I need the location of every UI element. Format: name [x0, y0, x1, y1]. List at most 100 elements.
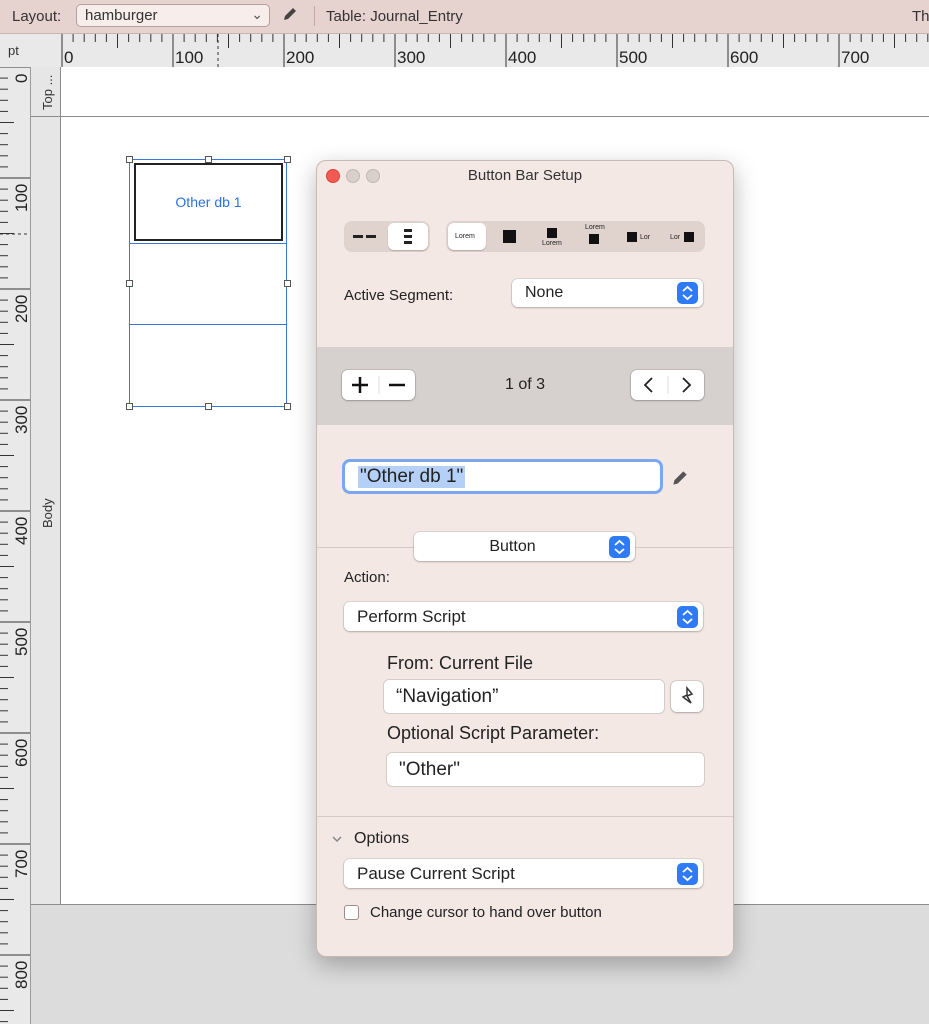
ruler-v-label: 500	[12, 627, 31, 656]
layout-select[interactable]: hamburger ⌄	[76, 4, 270, 27]
segment-navigator: 1 of 3	[317, 347, 733, 425]
script-parameter-value: "Other"	[399, 759, 461, 780]
segment-nav-control	[631, 370, 704, 400]
chevron-down-icon	[332, 836, 342, 843]
script-name-field[interactable]: “Navigation”	[384, 680, 664, 713]
vertical-orientation-button[interactable]	[388, 223, 428, 250]
dialog-title: Button Bar Setup	[467, 167, 583, 184]
icon-left-button[interactable]: Lor	[618, 221, 658, 252]
ruler-v-label: 400	[12, 516, 31, 545]
hand-cursor-label[interactable]: Change cursor to hand over button	[370, 904, 602, 921]
section-divider	[317, 816, 733, 817]
ruler-v-label: 300	[12, 405, 31, 434]
hand-cursor-checkbox[interactable]	[344, 905, 359, 920]
next-segment-button[interactable]	[668, 370, 704, 400]
minus-icon	[389, 383, 405, 387]
script-parameter-label: Optional Script Parameter:	[387, 723, 600, 743]
segment-type-value: Button	[489, 538, 536, 555]
updown-chevron-icon	[677, 862, 698, 885]
text-only-button[interactable]: Lorem	[448, 223, 486, 250]
icon-sample-square	[627, 232, 637, 242]
resize-handle[interactable]	[126, 403, 133, 410]
resize-handle[interactable]	[284, 403, 291, 410]
label-position-control: Lorem Lorem Lorem Lor Lor	[446, 221, 705, 252]
pencil-icon[interactable]	[281, 5, 299, 23]
resize-handle[interactable]	[205, 156, 212, 163]
ruler-h-label: 700	[841, 48, 870, 67]
sample-text: Lor	[640, 234, 651, 241]
horizontal-orientation-button[interactable]	[344, 221, 386, 252]
dialog-titlebar[interactable]: Button Bar Setup	[317, 161, 733, 189]
vertical-ruler: 0 100 200 300 400 500 600 700 800	[0, 67, 31, 1024]
previous-segment-button[interactable]	[631, 370, 667, 400]
ruler-unit[interactable]: pt	[8, 43, 19, 58]
sample-text: Lorem	[542, 240, 562, 247]
resize-handle[interactable]	[205, 403, 212, 410]
horizontal-ruler-ticks	[61, 34, 929, 67]
segment-label-value: "Other db 1"	[358, 466, 466, 488]
ruler-v-label: 600	[12, 738, 31, 767]
ruler-h-label: 200	[286, 48, 315, 67]
part-label-body[interactable]: Body	[40, 498, 55, 528]
options-value: Pause Current Script	[357, 864, 515, 883]
layout-toolbar: Layout: hamburger ⌄ Table: Journal_Entry…	[0, 0, 929, 34]
orientation-control	[344, 221, 430, 252]
icon-sample-square	[589, 234, 599, 244]
ruler-v-label: 200	[12, 294, 31, 323]
ruler-h-label: 400	[508, 48, 537, 67]
script-parameter-field[interactable]: "Other"	[387, 753, 704, 786]
ruler-h-label: 500	[619, 48, 648, 67]
ruler-v-label: 800	[12, 960, 31, 989]
ruler-v-label: 100	[12, 183, 31, 212]
icon-right-button[interactable]: Lor	[660, 221, 700, 252]
sample-text: Lor	[670, 234, 681, 241]
segment-divider	[130, 243, 286, 244]
layout-select-value: hamburger	[85, 7, 158, 24]
icon-sample-square	[503, 230, 516, 243]
chevron-down-icon: ⌄	[251, 6, 263, 22]
pencil-icon[interactable]	[670, 468, 690, 488]
horizontal-bars-icon	[353, 235, 376, 238]
ruler-h-label: 100	[175, 48, 204, 67]
resize-handle[interactable]	[126, 156, 133, 163]
button-bar-setup-dialog: Button Bar Setup Lorem Lorem Lorem Lor L…	[316, 160, 734, 957]
part-boundary-top[interactable]	[31, 116, 929, 117]
icon-only-button[interactable]	[490, 221, 530, 252]
action-value: Perform Script	[357, 607, 466, 626]
from-file-label: From: Current File	[387, 653, 534, 673]
specify-script-button[interactable]	[671, 681, 703, 712]
remove-segment-button[interactable]	[379, 370, 415, 400]
resize-handle[interactable]	[284, 156, 291, 163]
table-label: Table: Journal_Entry	[326, 8, 463, 25]
updown-chevron-icon	[677, 282, 698, 304]
active-segment-select[interactable]: None	[512, 279, 703, 307]
horizontal-ruler: 0 100 200 300 400 500 600 700	[0, 34, 929, 68]
ruler-v-label: 700	[12, 849, 31, 878]
icon-bottom-button[interactable]: Lorem	[574, 221, 614, 252]
updown-chevron-icon	[609, 535, 630, 558]
toolbar-clipped-text: Th	[912, 8, 929, 25]
sample-text: Lorem	[455, 233, 475, 240]
part-label-column	[31, 67, 61, 904]
add-remove-segment-control	[342, 370, 415, 400]
toolbar-divider	[314, 6, 315, 26]
vertical-bars-icon	[404, 229, 412, 244]
ruler-h-label: 300	[397, 48, 426, 67]
segment-label-field[interactable]: "Other db 1"	[342, 459, 663, 494]
segment-pager: 1 of 3	[505, 376, 546, 393]
active-segment-label: Active Segment:	[344, 287, 454, 304]
updown-chevron-icon	[677, 605, 698, 628]
resize-handle[interactable]	[126, 280, 133, 287]
action-select[interactable]: Perform Script	[344, 602, 703, 631]
add-segment-button[interactable]	[342, 370, 378, 400]
part-label-top[interactable]: Top ...	[40, 75, 55, 110]
segment-type-select[interactable]: Button	[414, 532, 635, 561]
button-bar-object[interactable]: Other db 1	[129, 159, 287, 407]
icon-top-button[interactable]: Lorem	[532, 221, 572, 252]
icon-sample-square	[547, 228, 557, 238]
button-bar-segment-1[interactable]: Other db 1	[134, 163, 283, 241]
options-select[interactable]: Pause Current Script	[344, 859, 703, 888]
options-disclosure[interactable]: Options	[331, 829, 451, 849]
resize-handle[interactable]	[284, 280, 291, 287]
plus-icon	[352, 377, 368, 393]
